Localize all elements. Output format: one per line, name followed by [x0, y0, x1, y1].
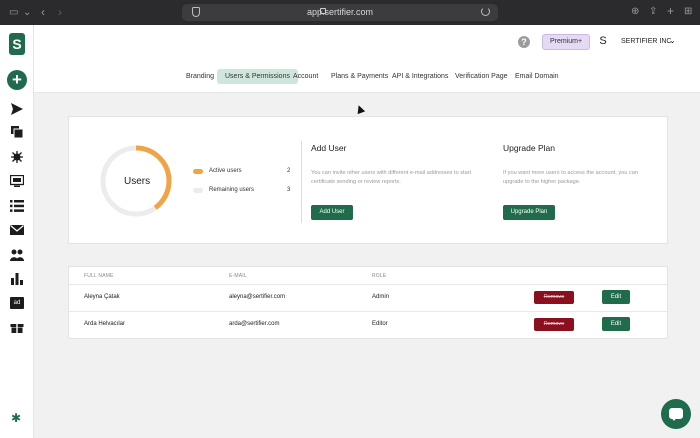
gift-icon[interactable] [10, 321, 24, 333]
users-summary-card: Users Active users 2 Remaining users 3 A… [68, 116, 668, 244]
avatar[interactable]: S [595, 33, 611, 49]
user-name: Aleyna Çatak [84, 294, 120, 300]
ad-icon[interactable]: ad [10, 297, 24, 309]
user-email: aleyna@sertifier.com [229, 294, 286, 300]
tab-overview-icon[interactable]: ⊞ [684, 7, 692, 17]
users-table: FULL NAME E-MAIL ROLE Aleyna Çatak aleyn… [68, 266, 668, 339]
chevron-down-icon[interactable]: ⌄ [669, 36, 676, 45]
tab-email-domain[interactable]: Email Domain [515, 69, 559, 84]
divider [301, 141, 302, 223]
user-email: arda@sertifier.com [229, 321, 280, 327]
user-name: Arda Helvacılar [84, 321, 126, 327]
remaining-users-count: 3 [287, 187, 291, 193]
tab-verification-page[interactable]: Verification Page [455, 69, 508, 84]
settings-bug-icon[interactable] [10, 151, 24, 163]
upgrade-plan-button[interactable]: Upgrade Plan [503, 205, 555, 220]
tab-branding[interactable]: Branding [186, 69, 214, 84]
tab-plans-payments[interactable]: Plans & Payments [331, 69, 388, 84]
org-name[interactable]: SERTIFIER INC. [621, 38, 673, 45]
reload-icon[interactable] [481, 7, 490, 16]
sidebar-toggle-icon[interactable]: ▭ [9, 8, 18, 18]
copy-icon[interactable] [10, 126, 24, 138]
table-row: Aleyna Çatak aleyna@sertifier.com Admin … [69, 284, 667, 310]
user-role: Admin [372, 294, 390, 300]
create-button[interactable]: + [7, 70, 27, 90]
edit-user-button[interactable]: Edit [602, 290, 630, 304]
user-role: Editor [372, 321, 388, 327]
monitor-icon[interactable] [10, 175, 24, 187]
add-user-title: Add User [311, 143, 347, 153]
mouse-cursor [354, 103, 366, 115]
remove-user-button[interactable]: Remove [534, 318, 574, 331]
active-users-label: Active users [209, 168, 242, 174]
chevron-down-icon[interactable]: ⌄ [23, 8, 31, 18]
table-row: Arda Helvacılar arda@sertifier.com Edito… [69, 311, 667, 337]
premium-badge[interactable]: Premium+ [542, 34, 591, 50]
remaining-users-label: Remaining users [209, 187, 255, 193]
mail-icon[interactable] [10, 224, 24, 236]
chat-bubble-tail [671, 417, 677, 421]
top-header: ? Premium+ S SERTIFIER INC. ⌄ Branding U… [34, 25, 700, 93]
help-icon[interactable]: ? [518, 36, 530, 48]
settings-gear-icon[interactable]: ✱ [11, 412, 21, 424]
download-icon[interactable]: ⊕ [631, 7, 639, 17]
back-icon[interactable]: ‹ [41, 6, 45, 18]
remaining-users-legend-swatch [193, 188, 203, 193]
tab-users-permissions[interactable]: Users & Permissions [217, 69, 298, 84]
active-users-count: 2 [287, 168, 291, 174]
add-user-description: You can invite other users with differen… [311, 170, 472, 185]
upgrade-plan-title: Upgrade Plan [503, 143, 555, 153]
column-header-role: ROLE [372, 273, 387, 279]
browser-toolbar: ▭ ⌄ ‹ › app.sertifier.com ⊕ ⇪ + ⊞ [0, 0, 700, 25]
send-icon[interactable] [10, 103, 24, 115]
tab-api-integrations[interactable]: API & Integrations [392, 69, 448, 84]
forward-icon[interactable]: › [58, 6, 62, 18]
share-icon[interactable]: ⇪ [649, 7, 657, 17]
bar-chart-icon[interactable] [10, 273, 24, 285]
edit-user-button[interactable]: Edit [602, 317, 630, 331]
add-user-button[interactable]: Add User [311, 205, 353, 220]
list-icon[interactable] [10, 200, 24, 212]
users-icon[interactable] [10, 249, 24, 261]
url-bar[interactable]: app.sertifier.com [182, 4, 498, 21]
settings-tabs: Branding Users & Permissions Account Pla… [34, 69, 700, 85]
active-users-legend-swatch [193, 169, 203, 174]
column-header-email: E-MAIL [229, 273, 247, 279]
url-text: app.sertifier.com [306, 7, 374, 17]
donut-title: Users [124, 176, 151, 187]
column-header-full-name: FULL NAME [84, 273, 114, 279]
new-tab-icon[interactable]: + [667, 5, 674, 17]
chat-button[interactable] [661, 399, 691, 429]
left-sidebar: S + ad ✱ [0, 25, 34, 438]
tab-account[interactable]: Account [293, 69, 318, 84]
sertifier-logo[interactable]: S [9, 33, 25, 55]
upgrade-plan-description: If you want more users to access the acc… [503, 170, 638, 185]
remove-user-button[interactable]: Remove [534, 291, 574, 304]
